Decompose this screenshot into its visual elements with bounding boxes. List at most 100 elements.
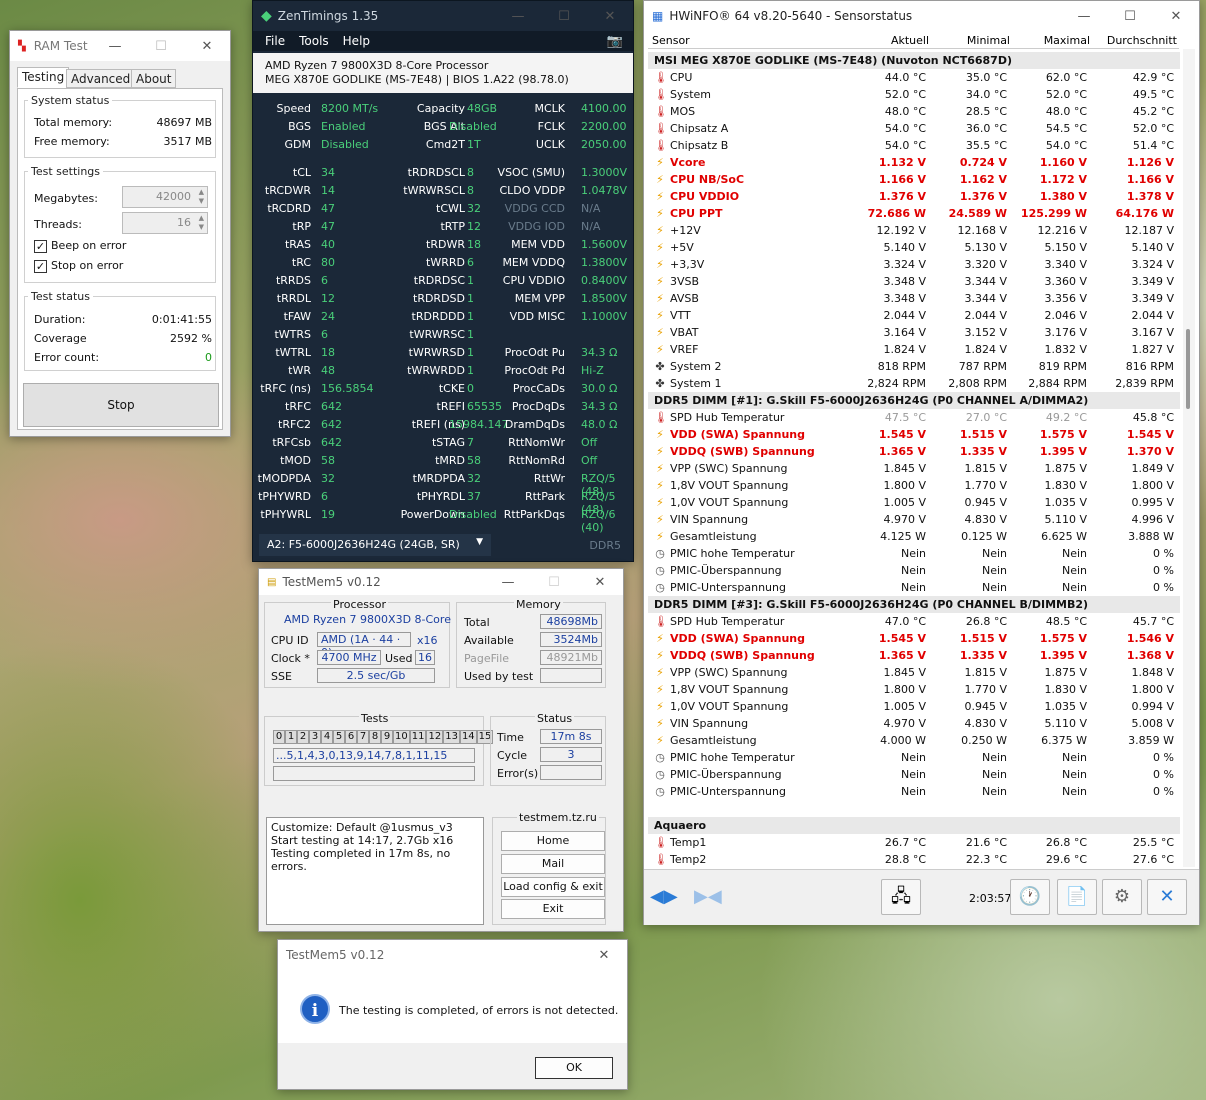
sensor-row[interactable]: ⚡ 1,8V VOUT Spannung 1.800 V 1.770 V 1.830 V… — [648, 477, 1180, 494]
minimize-icon[interactable]: — — [485, 575, 531, 590]
sensor-row[interactable]: ⚡ VIN Spannung 4.970 V 4.830 V 5.110 V 4.996 … — [648, 511, 1180, 528]
beep-on-error-checkbox[interactable]: ✓ Beep on error — [34, 239, 126, 253]
sensor-row[interactable]: 🌡 Chipsatz A 54.0 °C 36.0 °C 54.5 °C 52.0 °C — [648, 120, 1180, 137]
close-icon[interactable]: ✕ — [581, 948, 627, 963]
exit-button[interactable]: Exit — [501, 899, 605, 919]
minimize-icon[interactable]: — — [495, 9, 541, 24]
clock-icon[interactable]: 🕐 — [1010, 879, 1050, 915]
col-avg[interactable]: Durchschnitt — [1107, 34, 1177, 47]
spinner-icon[interactable]: ▲ ▼ — [199, 214, 204, 232]
sensor-row[interactable]: ⚡ 3VSB 3.348 V 3.344 V 3.360 V 3.349 V — [648, 273, 1180, 290]
mail-button[interactable]: Mail — [501, 854, 605, 874]
tm-titlebar[interactable]: ▤ TestMem5 v0.12 — ☐ ✕ — [259, 569, 623, 595]
menu-file[interactable]: File — [265, 34, 285, 48]
dlg-titlebar[interactable]: TestMem5 v0.12 ✕ — [278, 940, 627, 970]
maximize-icon[interactable]: ☐ — [541, 9, 587, 24]
sensor-row[interactable]: ⚡ VREF 1.824 V 1.824 V 1.832 V 1.827 V — [648, 341, 1180, 358]
network-icon[interactable]: 🖧 — [881, 879, 921, 915]
sensor-row[interactable]: ⚡ CPU PPT 72.686 W 24.589 W 125.299 W 64.176 … — [648, 205, 1180, 222]
scrollbar[interactable] — [1183, 49, 1195, 867]
sensor-row[interactable]: 🌡 SPD Hub Temperatur 47.0 °C 26.8 °C 48.5 °C… — [648, 613, 1180, 630]
tab-about[interactable]: About — [131, 69, 177, 88]
sensor-row[interactable]: ◷ PMIC hohe Temperatur Nein Nein Nein 0 % — [648, 545, 1180, 562]
sensor-row[interactable]: ⚡ 1,0V VOUT Spannung 1.005 V 0.945 V 1.035 V… — [648, 494, 1180, 511]
dimm-select[interactable]: A2: F5-6000J2636H24G (24GB, SR) ▼ — [259, 534, 491, 556]
stop-button[interactable]: Stop — [23, 383, 219, 427]
sensor-row[interactable]: ⚡ Vcore 1.132 V 0.724 V 1.160 V 1.126 V — [648, 154, 1180, 171]
sensor-row[interactable]: ⚡ CPU NB/SoC 1.166 V 1.162 V 1.172 V 1.166 V — [648, 171, 1180, 188]
sensor-row[interactable]: 🌡 System 52.0 °C 34.0 °C 52.0 °C 49.5 °C — [648, 86, 1180, 103]
sensor-row[interactable]: ⚡ VDD (SWA) Spannung 1.545 V 1.515 V 1.575 V… — [648, 630, 1180, 647]
col-sensor[interactable]: Sensor — [652, 34, 690, 47]
threads-input[interactable]: 16 ▲ ▼ — [122, 212, 208, 234]
col-current[interactable]: Aktuell — [891, 34, 929, 47]
sensor-row[interactable]: ◷ PMIC-Überspannung Nein Nein Nein 0 % — [648, 562, 1180, 579]
col-max[interactable]: Maximal — [1044, 34, 1090, 47]
sensor-row[interactable]: ⚡ CPU VDDIO 1.376 V 1.376 V 1.380 V 1.378 V — [648, 188, 1180, 205]
sensor-row[interactable]: ◷ PMIC hohe Temperatur Nein Nein Nein 0 % — [648, 749, 1180, 766]
sensor-row[interactable]: ◷ PMIC-Unterspannung Nein Nein Nein 0 % — [648, 783, 1180, 800]
megabytes-input[interactable]: 42000 ▲ ▼ — [122, 186, 208, 208]
maximize-icon[interactable]: ☐ — [531, 575, 577, 590]
sensor-row[interactable]: 🌡 Temp2 28.8 °C 22.3 °C 29.6 °C 27.6 °C — [648, 851, 1180, 868]
sensor-group-header[interactable]: DDR5 DIMM [#3]: G.Skill F5-6000J2636H24G… — [648, 596, 1180, 613]
sensor-row[interactable]: ⚡ VPP (SWC) Spannung 1.845 V 1.815 V 1.875 V… — [648, 460, 1180, 477]
sensor-row[interactable]: 🌡 SPD Hub Temperatur 47.5 °C 27.0 °C 49.2 °C… — [648, 409, 1180, 426]
ok-button[interactable]: OK — [535, 1057, 613, 1079]
report-icon[interactable]: 📄 — [1057, 879, 1097, 915]
sensor-row[interactable]: ⚡ VTT 2.044 V 2.044 V 2.046 V 2.044 V — [648, 307, 1180, 324]
scrollbar-thumb[interactable] — [1186, 329, 1190, 409]
sensor-row[interactable]: ⚡ +5V 5.140 V 5.130 V 5.150 V 5.140 V — [648, 239, 1180, 256]
sensor-row[interactable]: ⚡ VDDQ (SWB) Spannung 1.365 V 1.335 V 1.395 … — [648, 647, 1180, 664]
tab-advanced[interactable]: Advanced — [66, 69, 136, 88]
sensor-row[interactable]: ✤ System 2 818 RPM 787 RPM 819 RPM 816 RPM — [648, 358, 1180, 375]
sensor-row[interactable]: ⚡ +12V 12.192 V 12.168 V 12.216 V 12.187 V — [648, 222, 1180, 239]
sensor-row[interactable]: ⚡ 1,8V VOUT Spannung 1.800 V 1.770 V 1.830 V… — [648, 681, 1180, 698]
nav-arrows-icon[interactable]: ◀▶ — [650, 886, 678, 907]
sensor-row[interactable]: ⚡ +3,3V 3.324 V 3.320 V 3.340 V 3.324 V — [648, 256, 1180, 273]
stop-on-error-checkbox[interactable]: ✓ Stop on error — [34, 259, 123, 273]
maximize-icon[interactable]: ☐ — [1107, 9, 1153, 24]
sensor-row[interactable]: 🌡 Temp1 26.7 °C 21.6 °C 26.8 °C 25.5 °C — [648, 834, 1180, 851]
sensor-row[interactable] — [648, 800, 1180, 817]
sensor-row[interactable]: 🌡 Chipsatz B 54.0 °C 35.5 °C 54.0 °C 51.4 °C — [648, 137, 1180, 154]
home-button[interactable]: Home — [501, 831, 605, 851]
minimize-icon[interactable]: — — [1061, 9, 1107, 24]
sensor-group-header[interactable]: Aquaero — [648, 817, 1180, 834]
sensor-group-header[interactable]: DDR5 DIMM [#1]: G.Skill F5-6000J2636H24G… — [648, 392, 1180, 409]
gear-icon[interactable]: ⚙ — [1102, 879, 1142, 915]
sensor-row[interactable]: ✤ System 1 2,824 RPM 2,808 RPM 2,884 RPM 2,83… — [648, 375, 1180, 392]
log-box[interactable]: Customize: Default @1usmus_v3 Start test… — [266, 817, 484, 925]
col-min[interactable]: Minimal — [967, 34, 1010, 47]
tab-testing[interactable]: Testing — [17, 67, 70, 88]
close-icon[interactable]: ✕ — [587, 9, 633, 24]
spinner-icon[interactable]: ▲ ▼ — [199, 188, 204, 206]
sensor-row[interactable]: ⚡ VPP (SWC) Spannung 1.845 V 1.815 V 1.875 V… — [648, 664, 1180, 681]
sensor-row[interactable]: ⚡ Gesamtleistung 4.000 W 0.250 W 6.375 W 3.85… — [648, 732, 1180, 749]
load-config-exit-button[interactable]: Load config & exit — [501, 877, 605, 897]
maximize-icon[interactable]: ☐ — [138, 39, 184, 54]
ram-titlebar[interactable]: ▚ RAM Test — ☐ ✕ — [10, 31, 230, 61]
sensor-group-header[interactable]: MSI MEG X870E GODLIKE (MS-7E48) (Nuvoton… — [648, 52, 1180, 69]
sensor-row[interactable]: ◷ PMIC-Überspannung Nein Nein Nein 0 % — [648, 766, 1180, 783]
sensor-row[interactable]: ⚡ VDDQ (SWB) Spannung 1.365 V 1.335 V 1.395 … — [648, 443, 1180, 460]
sensor-row[interactable]: ⚡ VIN Spannung 4.970 V 4.830 V 5.110 V 5.008 … — [648, 715, 1180, 732]
sensor-row[interactable]: ⚡ VDD (SWA) Spannung 1.545 V 1.515 V 1.575 V… — [648, 426, 1180, 443]
close-icon[interactable]: ✕ — [184, 39, 230, 54]
sensor-row[interactable]: ◷ PMIC-Unterspannung Nein Nein Nein 0 % — [648, 579, 1180, 596]
close-icon[interactable]: ✕ — [1153, 9, 1199, 24]
hw-titlebar[interactable]: ▦ HWiNFO® 64 v8.20-5640 - Sensorstatus —… — [644, 1, 1199, 31]
sensor-row[interactable]: ⚡ AVSB 3.348 V 3.344 V 3.356 V 3.349 V — [648, 290, 1180, 307]
close-icon[interactable]: ✕ — [1147, 879, 1187, 915]
sensor-row[interactable]: ⚡ VBAT 3.164 V 3.152 V 3.176 V 3.167 V — [648, 324, 1180, 341]
zen-titlebar[interactable]: ◆ ZenTimings 1.35 — ☐ ✕ — [253, 1, 633, 31]
menu-tools[interactable]: Tools — [299, 34, 329, 48]
sensor-row[interactable]: 🌡 MOS 48.0 °C 28.5 °C 48.0 °C 45.2 °C — [648, 103, 1180, 120]
sensor-row[interactable]: ⚡ Gesamtleistung 4.125 W 0.125 W 6.625 W 3.88… — [648, 528, 1180, 545]
menu-help[interactable]: Help — [343, 34, 370, 48]
close-icon[interactable]: ✕ — [577, 575, 623, 590]
minimize-icon[interactable]: — — [92, 39, 138, 54]
camera-icon[interactable]: 📷 — [607, 34, 623, 49]
sensor-row[interactable]: ⚡ 1,0V VOUT Spannung 1.005 V 0.945 V 1.035 V… — [648, 698, 1180, 715]
collapse-arrows-icon[interactable]: ▶◀ — [694, 886, 722, 907]
